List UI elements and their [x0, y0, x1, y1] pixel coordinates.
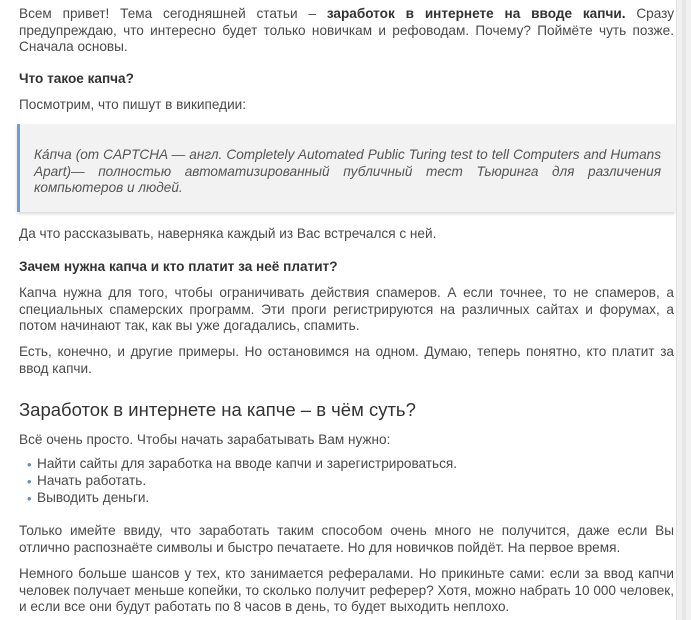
list-item: • Выводить деньги.: [19, 489, 457, 506]
list-item-text: Выводить деньги.: [37, 490, 150, 505]
intro-paragraph: Всем привет! Тема сегодняшней статьи – з…: [19, 6, 674, 56]
heading-why-captcha: Зачем нужна капча и кто платит за неё пл…: [19, 259, 338, 274]
wiki-blockquote: Ка́пча (от CAPTCHA — англ. Completely Au…: [17, 124, 675, 212]
wiki-lead: Посмотрим, что пишут в википедии:: [19, 97, 247, 112]
bullet-icon: •: [27, 457, 32, 472]
steps-list: • Найти сайты для заработка на вводе капч…: [19, 455, 457, 506]
list-item-text: Начать работать.: [37, 473, 147, 488]
after-quote-paragraph: Да что рассказывать, наверняка каждый из…: [19, 226, 437, 241]
why-paragraph-2: Есть, конечно, и другие примеры. Но оста…: [19, 344, 674, 376]
list-item: • Найти сайты для заработка на вводе капч…: [19, 455, 457, 472]
intro-text-a: Всем привет! Тема сегодняшней статьи –: [19, 6, 327, 21]
essence-lead: Всё очень просто. Чтобы начать зарабатыв…: [19, 432, 391, 447]
warning-paragraph: Только имейте ввиду, что заработать таки…: [19, 523, 674, 555]
heading-earning-essence: Заработок в интернете на капче – в чём с…: [19, 399, 416, 420]
article-content: Всем привет! Тема сегодняшней статьи – з…: [0, 0, 676, 620]
bullet-icon: •: [27, 491, 32, 506]
bullet-icon: •: [27, 474, 32, 489]
referral-paragraph: Немного больше шансов у тех, кто занимае…: [19, 566, 674, 614]
heading-what-is-captcha: Что такое капча?: [19, 71, 134, 86]
wiki-quote-text: Ка́пча (от CAPTCHA — англ. Completely Au…: [34, 147, 661, 195]
intro-bold: заработок в интернете на вводе капчи.: [326, 6, 626, 21]
why-paragraph-1: Капча нужна для того, чтобы ограничивать…: [19, 285, 674, 333]
page-right-border: [676, 0, 691, 620]
list-item: • Начать работать.: [19, 472, 457, 489]
list-item-text: Найти сайты для заработка на вводе капчи…: [37, 456, 458, 471]
